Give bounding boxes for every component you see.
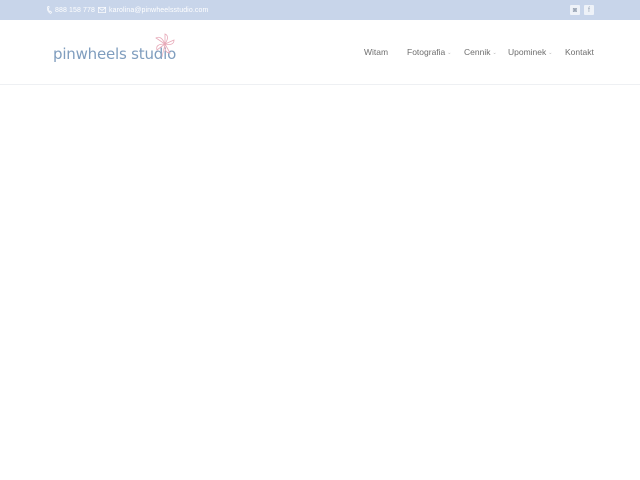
envelope-icon [98, 7, 106, 13]
facebook-icon: f [588, 6, 590, 14]
nav-item-label: Kontakt [565, 47, 594, 57]
nav-item-label: Upominek [508, 47, 547, 57]
instagram-icon: ◙ [572, 6, 578, 14]
phone-link[interactable]: 888 158 778 [47, 0, 95, 20]
email-link[interactable]: karolina@pinwheelsstudio.com [98, 0, 208, 20]
nav-item-fotografia[interactable]: Fotografia ⌄ [407, 40, 451, 64]
email-address: karolina@pinwheelsstudio.com [109, 6, 209, 14]
main-nav: Witam Fotografia ⌄ Cennik ⌄ Upominek ⌄ K… [0, 40, 640, 64]
chevron-down-icon: ⌄ [447, 50, 452, 56]
nav-item-upominek[interactable]: Upominek ⌄ [508, 40, 552, 64]
top-bar: 888 158 778 karolina@pinwheelsstudio.com… [0, 0, 640, 20]
nav-item-label: Witam [364, 47, 389, 57]
facebook-button[interactable]: f [584, 5, 594, 15]
main-content [0, 85, 640, 480]
instagram-button[interactable]: ◙ [570, 5, 580, 15]
nav-item-cennik[interactable]: Cennik ⌄ [464, 40, 497, 64]
nav-item-label: Fotografia [407, 47, 446, 57]
site-header: pinwheels studio Witam Fotografia ⌄ Cenn… [0, 20, 640, 85]
nav-item-label: Cennik [464, 47, 491, 57]
phone-number: 888 158 778 [55, 6, 96, 14]
page: 888 158 778 karolina@pinwheelsstudio.com… [0, 0, 640, 480]
chevron-down-icon: ⌄ [492, 50, 497, 56]
chevron-down-icon: ⌄ [548, 50, 553, 56]
nav-item-kontakt[interactable]: Kontakt [565, 40, 594, 64]
nav-item-witam[interactable]: Witam [364, 40, 388, 64]
phone-icon [47, 6, 52, 14]
